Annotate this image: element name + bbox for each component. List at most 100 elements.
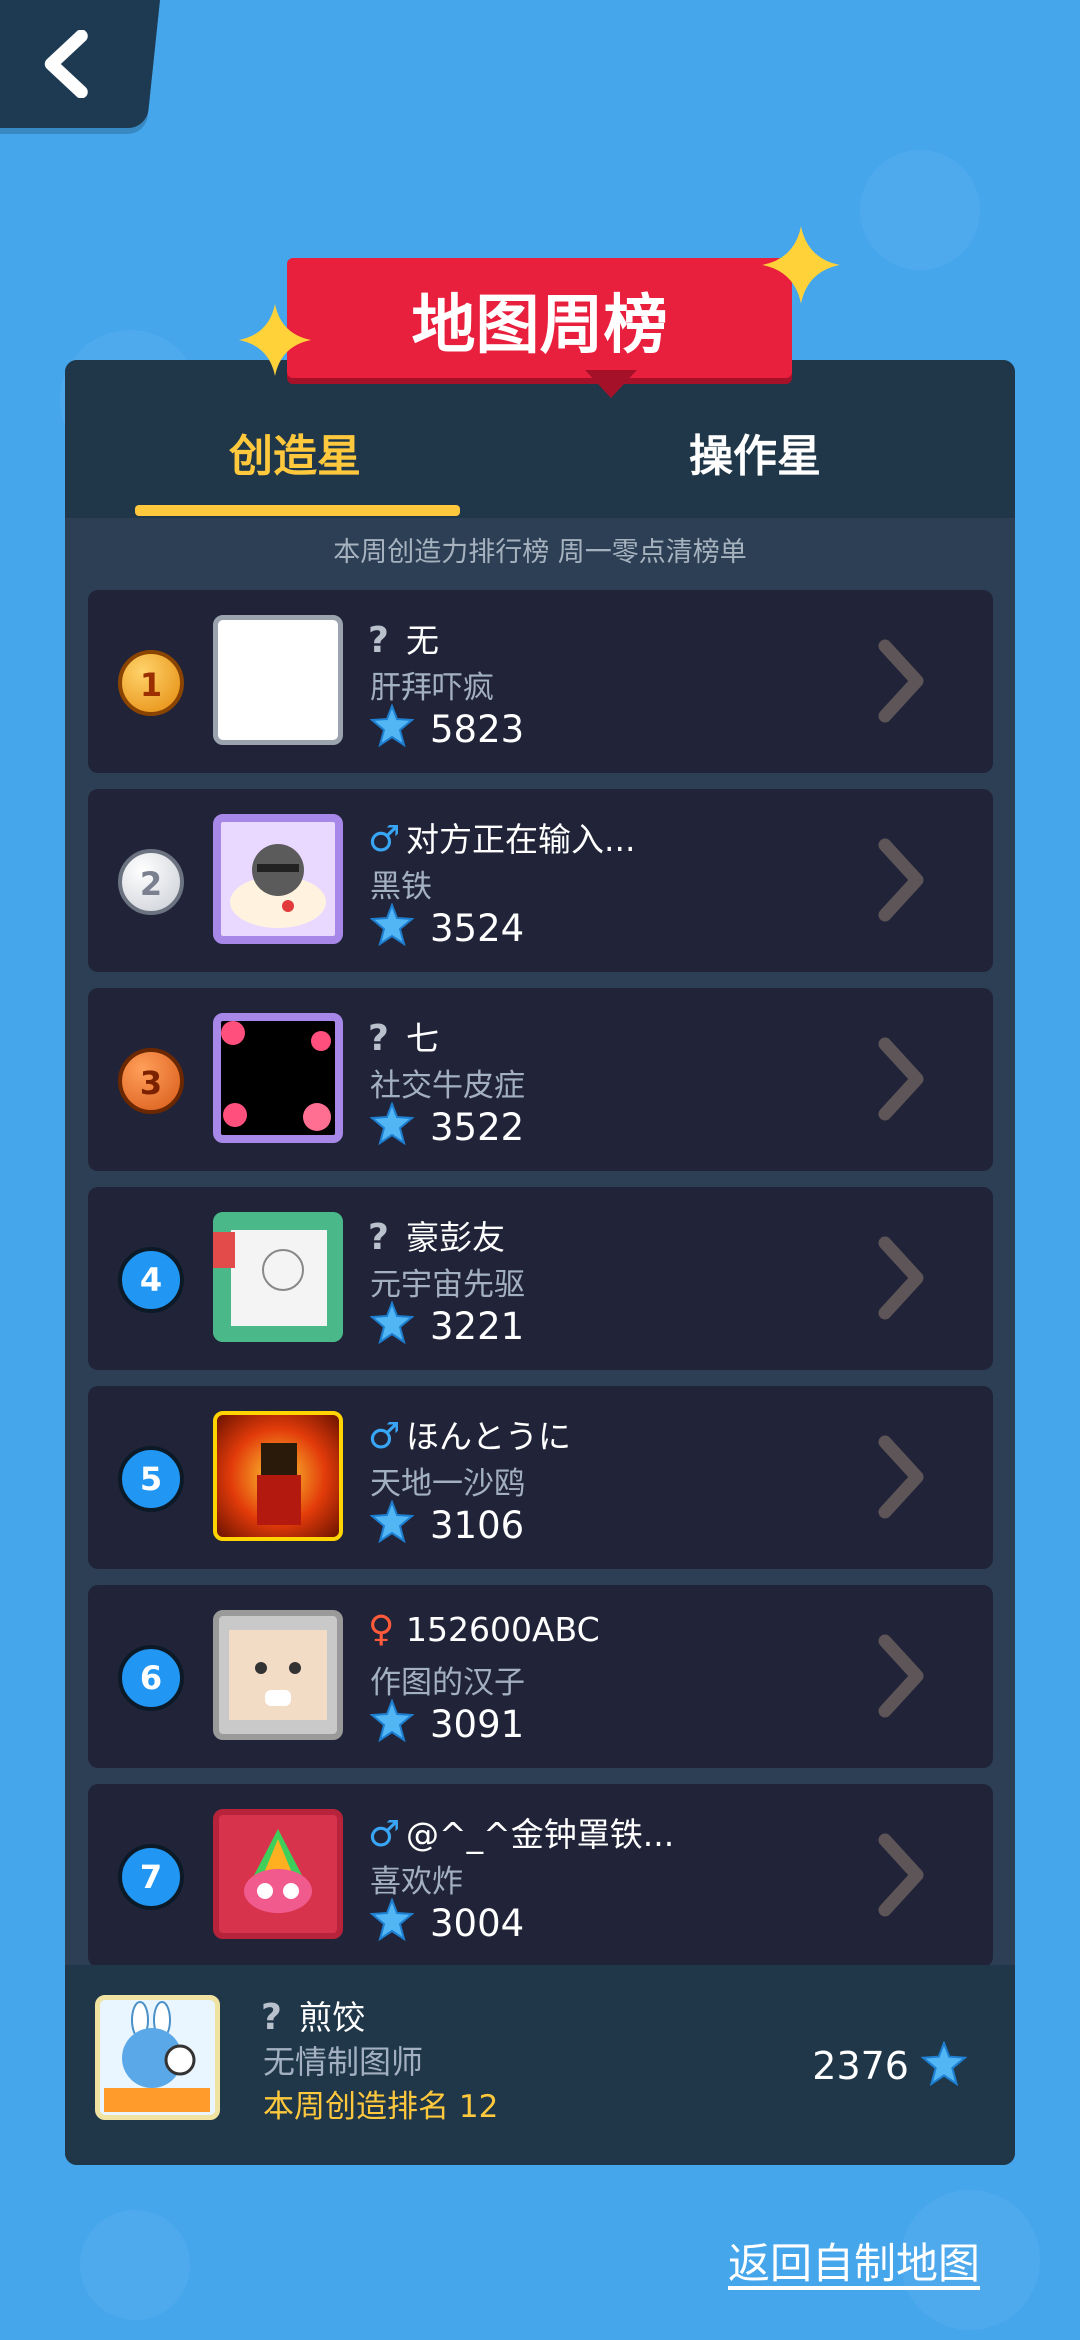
player-name-line: ? 无 (368, 614, 439, 661)
avatar (213, 1013, 343, 1143)
ranking-row[interactable]: 4 ? 豪彭友 元宇宙先驱 3221 (88, 1187, 993, 1370)
player-name: 无 (406, 621, 439, 660)
my-rank-bar[interactable]: ? 煎饺 无情制图师 本周创造排名 12 2376 (65, 1965, 1015, 2165)
background-decoration (860, 150, 980, 270)
player-name: @^_^金钟罩铁... (406, 1815, 675, 1854)
rank-badge: 5 (118, 1446, 184, 1512)
avatar-sketch-image (213, 1212, 343, 1342)
chevron-right-icon[interactable] (875, 1633, 927, 1719)
my-score: 2376 (812, 2040, 968, 2088)
blue-star-gem-icon (369, 1101, 415, 1146)
blue-star-gem-icon (369, 1499, 415, 1544)
avatar (213, 1411, 343, 1541)
tab-creator-star[interactable]: 创造星 (135, 420, 455, 486)
avatar (213, 615, 343, 745)
avatar (213, 814, 343, 944)
male-icon: ♂ (368, 819, 401, 860)
my-weekly-rank: 本周创造排名 12 (263, 2089, 499, 2125)
player-title: 元宇宙先驱 (370, 1267, 525, 1303)
player-name: 对方正在输入... (406, 820, 636, 859)
player-name: 152600ABC (406, 1610, 600, 1649)
chevron-right-icon[interactable] (875, 837, 927, 923)
score-line: 5823 (369, 703, 525, 751)
player-name: ほんとうに (406, 1417, 571, 1456)
chevron-right-icon[interactable] (875, 1832, 927, 1918)
return-custom-map-link[interactable]: 返回自制地图 (728, 2230, 980, 2291)
ranking-row[interactable]: 5 ♂ ほんとうに 天地一沙鸥 3106 (88, 1386, 993, 1569)
avatar-character-image (221, 822, 335, 936)
chevron-right-icon[interactable] (875, 638, 927, 724)
ranking-row[interactable]: 7 ♂ @^_^金钟罩铁... 喜欢炸 3004 (88, 1784, 993, 1967)
female-icon: ♀ (368, 1609, 395, 1650)
rank-badge: 7 (118, 1844, 184, 1910)
background-decoration (80, 2210, 190, 2320)
page-title: 地图周榜 (411, 289, 668, 363)
leaderboard-panel: 创造星 操作星 本周创造力排行榜 周一零点清榜单 1 ? 无 肝拜吓疯 5823 … (65, 360, 1015, 2165)
player-name-line: ? 七 (368, 1012, 439, 1059)
score-value: 3106 (430, 1504, 525, 1547)
avatar-love-frame-image (221, 1021, 335, 1135)
ranking-row[interactable]: 3 ? 七 社交牛皮症 3522 (88, 988, 993, 1171)
score-value: 5823 (430, 708, 525, 751)
my-score-value: 2376 (812, 2044, 909, 2088)
avatar (213, 1809, 343, 1939)
tab-operator-star[interactable]: 操作星 (625, 420, 885, 486)
score-value: 3091 (430, 1703, 525, 1746)
chevron-right-icon[interactable] (875, 1036, 927, 1122)
blue-star-gem-icon (369, 1300, 415, 1345)
score-line: 3522 (369, 1101, 525, 1149)
player-name-line: ♀ 152600ABC (368, 1609, 600, 1655)
player-title: 喜欢炸 (370, 1864, 463, 1900)
score-line: 3524 (369, 902, 525, 950)
player-title: 社交牛皮症 (370, 1068, 525, 1104)
male-icon: ♂ (368, 1814, 401, 1855)
chevron-right-icon[interactable] (875, 1235, 927, 1321)
avatar-bunny-image (104, 2001, 210, 2112)
rank-medal-gold: 1 (118, 650, 184, 716)
ranking-row[interactable]: 6 ♀ 152600ABC 作图的汉子 3091 (88, 1585, 993, 1768)
player-name-line: ♂ @^_^金钟罩铁... (368, 1808, 675, 1855)
tab-bar: 创造星 操作星 (65, 360, 1015, 518)
score-value: 3221 (430, 1305, 525, 1348)
score-line: 3221 (369, 1300, 525, 1348)
leaderboard-subtitle: 本周创造力排行榜 周一零点清榜单 (333, 537, 747, 568)
chevron-left-icon (44, 30, 88, 98)
active-tab-indicator (135, 505, 460, 516)
blue-star-gem-icon (920, 2040, 968, 2087)
player-title: 黑铁 (370, 869, 432, 905)
score-value: 3524 (430, 907, 525, 950)
player-name-line: ♂ ほんとうに (368, 1410, 571, 1457)
rank-medal-bronze: 3 (118, 1048, 184, 1114)
back-button[interactable] (0, 0, 160, 128)
score-line: 3004 (369, 1897, 524, 1945)
avatar (213, 1610, 343, 1740)
star-icon (762, 226, 840, 304)
my-name-line: ? 煎饺 (261, 1991, 365, 2039)
title-banner: 地图周榜 (287, 258, 792, 378)
player-title: 天地一沙鸥 (370, 1466, 525, 1502)
blue-star-gem-icon (369, 1897, 415, 1942)
star-icon (239, 304, 311, 376)
banner-ribbon-tail (585, 370, 637, 398)
gender-unknown-icon: ? (368, 1018, 389, 1059)
player-name: 七 (406, 1019, 439, 1058)
gender-unknown-icon: ? (368, 1217, 389, 1258)
player-title: 作图的汉子 (370, 1665, 525, 1701)
chevron-right-icon[interactable] (875, 1434, 927, 1520)
player-name-line: ♂ 对方正在输入... (368, 813, 636, 860)
player-name-line: ? 豪彭友 (368, 1211, 505, 1258)
blue-star-gem-icon (369, 703, 415, 748)
player-name: 豪彭友 (406, 1218, 505, 1257)
player-title: 肝拜吓疯 (370, 670, 494, 706)
ranking-row[interactable]: 1 ? 无 肝拜吓疯 5823 (88, 590, 993, 773)
score-value: 3522 (430, 1106, 525, 1149)
avatar-bird-image (244, 1829, 312, 1913)
my-avatar (95, 1995, 220, 2120)
gender-unknown-icon: ? (368, 620, 389, 661)
score-line: 3091 (369, 1698, 525, 1746)
score-line: 3106 (369, 1499, 525, 1547)
ranking-row[interactable]: 2 ♂ 对方正在输入... 黑铁 3524 (88, 789, 993, 972)
my-title: 无情制图师 (263, 2043, 424, 2081)
blue-star-gem-icon (369, 902, 415, 947)
my-name: 煎饺 (299, 1998, 365, 2037)
